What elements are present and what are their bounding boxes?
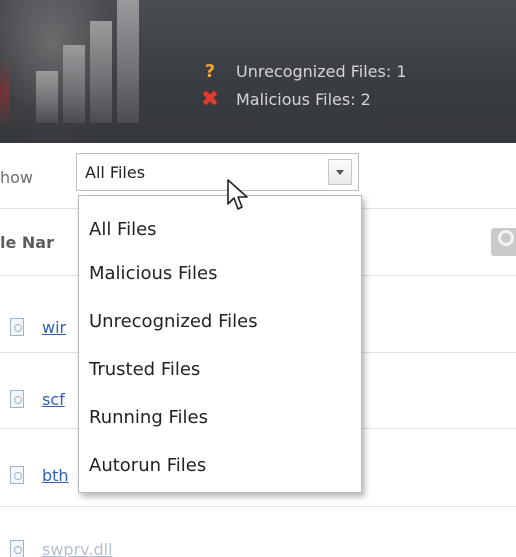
malicious-files-label: Malicious Files: 2 bbox=[236, 90, 371, 109]
menu-item-unrecognized-files[interactable]: Unrecognized Files bbox=[79, 298, 361, 346]
file-icon bbox=[10, 466, 24, 484]
malicious-files-stat: ✖ Malicious Files: 2 bbox=[198, 87, 371, 112]
file-icon bbox=[10, 390, 24, 408]
file-name-link[interactable]: wir bbox=[42, 318, 66, 337]
bar-chart-icon-bar-3 bbox=[90, 21, 112, 123]
menu-item-trusted-files[interactable]: Trusted Files bbox=[79, 346, 361, 394]
chevron-down-icon bbox=[336, 169, 344, 175]
file-name-link[interactable]: bth bbox=[42, 466, 69, 485]
search-icon bbox=[498, 230, 514, 246]
file-filter-select[interactable]: All Files bbox=[76, 153, 359, 191]
file-icon bbox=[10, 540, 24, 557]
menu-item-malicious-files[interactable]: Malicious Files bbox=[79, 250, 361, 298]
bar-chart-icon-bar-1 bbox=[36, 71, 58, 123]
dropdown-button[interactable] bbox=[328, 159, 352, 185]
close-x-icon: ✖ bbox=[200, 87, 220, 112]
menu-item-all-files[interactable]: All Files bbox=[79, 210, 361, 250]
menu-item-autorun-files[interactable]: Autorun Files bbox=[79, 442, 361, 490]
bar-chart-icon-bar-4 bbox=[117, 0, 139, 123]
file-filter-menu: All Files Malicious Files Unrecognized F… bbox=[78, 195, 362, 493]
unrecognized-files-stat: ? Unrecognized Files: 1 bbox=[198, 61, 407, 82]
menu-item-running-files[interactable]: Running Files bbox=[79, 394, 361, 442]
unrecognized-files-label: Unrecognized Files: 1 bbox=[236, 62, 407, 81]
mouse-cursor-icon bbox=[227, 179, 248, 210]
summary-banner: ? Unrecognized Files: 1 ✖ Malicious File… bbox=[0, 0, 516, 143]
divider bbox=[0, 506, 516, 507]
question-icon: ? bbox=[204, 61, 216, 82]
file-icon bbox=[10, 318, 24, 336]
bar-chart-icon-bar-2 bbox=[63, 45, 85, 123]
show-label: how bbox=[0, 168, 34, 187]
file-name-link[interactable]: swprv.dll bbox=[42, 540, 113, 557]
banner-red-edge bbox=[0, 58, 10, 128]
search-button[interactable] bbox=[491, 228, 516, 256]
file-filter-selected-value: All Files bbox=[85, 163, 146, 182]
file-name-column-header[interactable]: le Nar bbox=[0, 233, 54, 252]
file-name-link[interactable]: scf bbox=[42, 390, 65, 409]
